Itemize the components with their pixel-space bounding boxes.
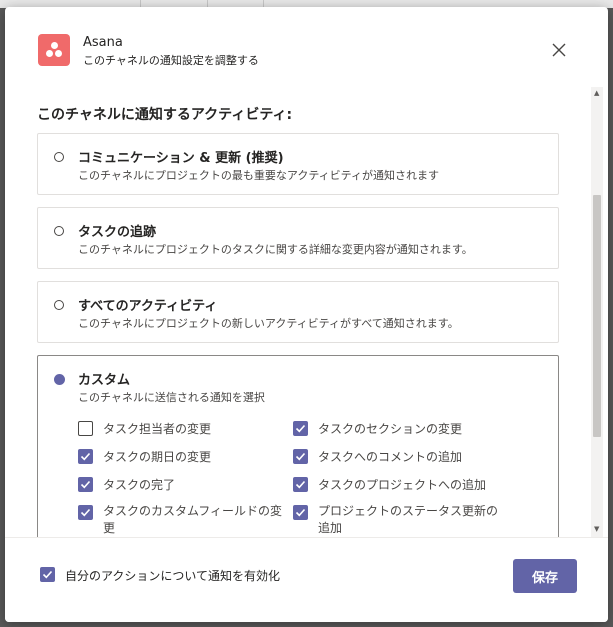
checkbox-label: タスクのプロジェクトへの追加 xyxy=(318,478,487,492)
radio-button-selected[interactable] xyxy=(54,374,65,385)
section-heading: このチャネルに通知するアクティビティ: xyxy=(37,107,293,123)
scrollbar-thumb[interactable] xyxy=(593,195,601,437)
dialog-footer: 自分のアクションについて通知を有効化 保存 xyxy=(5,537,608,622)
option-all-activity[interactable]: すべてのアクティビティ このチャネルにプロジェクトの新しいアクティビティがすべて… xyxy=(37,281,559,343)
checkmark-icon xyxy=(80,508,91,517)
checkmark-icon xyxy=(295,508,306,517)
check-task-due-date-change[interactable]: タスクの期日の変更 xyxy=(78,446,293,468)
close-button[interactable] xyxy=(549,40,569,60)
settings-scroll-area[interactable]: このチャネルに通知するアクティビティ: コミュニケーション & 更新 (推奨) … xyxy=(5,87,608,537)
check-task-completed[interactable]: タスクの完了 xyxy=(78,474,293,496)
checkbox-label: タスクのセクションの変更 xyxy=(318,422,463,436)
checkbox-checked[interactable] xyxy=(40,567,55,582)
checkbox-checked[interactable] xyxy=(78,449,93,464)
option-title: カスタム xyxy=(78,373,131,388)
check-task-custom-field-change[interactable]: タスクのカスタムフィールドの変更 xyxy=(78,502,293,537)
option-description: このチャネルに送信される通知を選択 xyxy=(78,391,265,404)
radio-button[interactable] xyxy=(54,300,64,310)
checkbox-checked[interactable] xyxy=(293,477,308,492)
checkbox-checked[interactable] xyxy=(78,505,93,520)
checkbox-checked[interactable] xyxy=(293,421,308,436)
check-task-comment-added[interactable]: タスクへのコメントの追加 xyxy=(293,446,508,468)
checkmark-icon xyxy=(80,452,91,461)
checkmark-icon xyxy=(295,480,306,489)
checkmark-icon xyxy=(295,424,306,433)
checkbox-label: プロジェクトのステータス更新の追加 xyxy=(318,504,499,535)
option-task-tracking[interactable]: タスクの追跡 このチャネルにプロジェクトのタスクに関する詳細な変更内容が通知され… xyxy=(37,207,559,269)
checkbox-checked[interactable] xyxy=(293,505,308,520)
dialog-subtitle: このチャネルの通知設定を調整する xyxy=(83,54,259,67)
option-custom[interactable]: カスタム このチャネルに送信される通知を選択 タスク担当者の変更 タスクのセクシ… xyxy=(37,355,559,537)
save-button[interactable]: 保存 xyxy=(513,559,577,593)
own-actions-label: 自分のアクションについて通知を有効化 xyxy=(65,569,281,583)
option-description: このチャネルにプロジェクトの新しいアクティビティがすべて通知されます。 xyxy=(78,317,459,330)
option-title: コミュニケーション & 更新 (推奨) xyxy=(78,151,284,166)
option-communication-updates[interactable]: コミュニケーション & 更新 (推奨) このチャネルにプロジェクトの最も重要なア… xyxy=(37,133,559,195)
option-description: このチャネルにプロジェクトのタスクに関する詳細な変更内容が通知されます。 xyxy=(78,243,473,256)
checkmark-icon xyxy=(295,452,306,461)
check-task-added-to-project[interactable]: タスクのプロジェクトへの追加 xyxy=(293,474,508,496)
scroll-up-arrow-icon[interactable]: ▲ xyxy=(594,89,599,97)
check-task-assignee-change[interactable]: タスク担当者の変更 xyxy=(78,418,293,440)
option-title: すべてのアクティビティ xyxy=(78,299,218,314)
scroll-down-arrow-icon[interactable]: ▼ xyxy=(594,525,599,533)
close-icon xyxy=(552,43,566,57)
checkbox-label: タスクのカスタムフィールドの変更 xyxy=(103,504,283,535)
radio-button[interactable] xyxy=(54,152,64,162)
radio-button[interactable] xyxy=(54,226,64,236)
checkbox-unchecked[interactable] xyxy=(78,421,93,436)
check-task-section-change[interactable]: タスクのセクションの変更 xyxy=(293,418,508,440)
asana-logo-icon xyxy=(38,34,70,66)
checkmark-icon xyxy=(42,570,53,579)
checkbox-label: タスク担当者の変更 xyxy=(103,422,212,436)
checkbox-label: タスクの期日の変更 xyxy=(103,450,212,464)
checkbox-checked[interactable] xyxy=(293,449,308,464)
notification-settings-dialog: Asana このチャネルの通知設定を調整する このチャネルに通知するアクティビテ… xyxy=(5,7,608,622)
app-title: Asana xyxy=(83,35,123,50)
check-project-status-update[interactable]: プロジェクトのステータス更新の追加 xyxy=(293,502,508,537)
option-title: タスクの追跡 xyxy=(78,225,157,240)
checkmark-icon xyxy=(80,480,91,489)
dialog-header: Asana このチャネルの通知設定を調整する xyxy=(5,7,608,87)
checkbox-label: タスクの完了 xyxy=(103,478,176,492)
option-description: このチャネルにプロジェクトの最も重要なアクティビティが通知されます xyxy=(78,169,440,182)
checkbox-label: タスクへのコメントの追加 xyxy=(318,450,463,464)
checkbox-checked[interactable] xyxy=(78,477,93,492)
